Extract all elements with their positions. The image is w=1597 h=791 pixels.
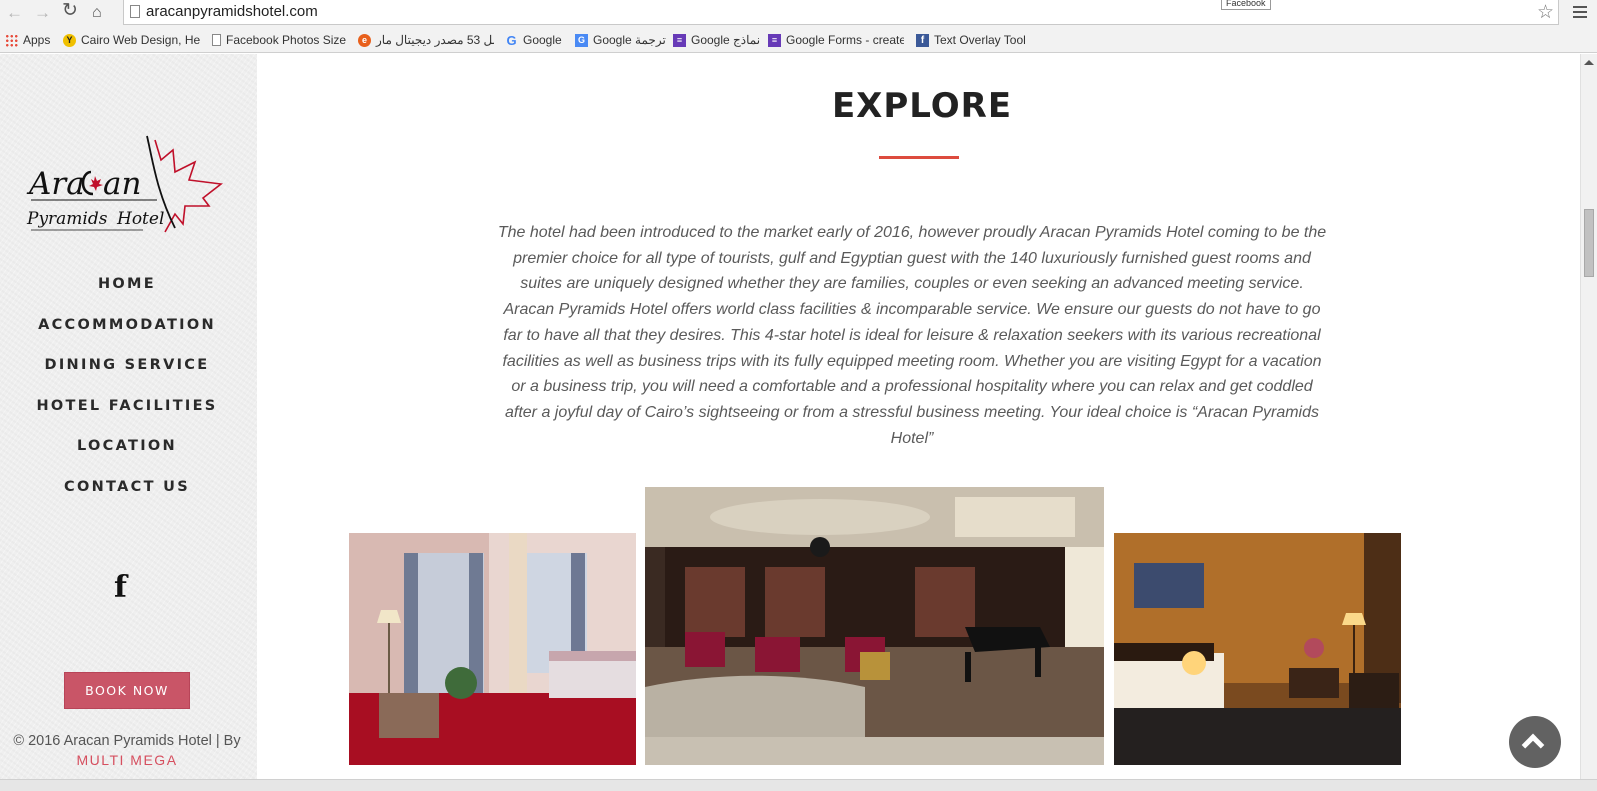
menu-icon[interactable] <box>1573 3 1587 21</box>
credit-link[interactable]: MULTI MEGA <box>0 750 254 770</box>
swirl-icon: e <box>358 33 371 47</box>
nav-dining-service[interactable]: DINING SERVICE <box>0 350 254 391</box>
bottom-strip <box>0 779 1597 791</box>
bookmark-digital-marketing[interactable]: e افضل 53 مصدر ديجيتال مار <box>358 32 494 48</box>
bookmark-label: Google نماذج <box>691 33 761 47</box>
intro-paragraph: The hotel had been introduced to the mar… <box>497 224 1327 447</box>
facebook-icon: f <box>916 33 929 47</box>
facebook-icon[interactable]: f <box>114 572 127 604</box>
browser-toolbar: ← → ↻ ⌂ aracanpyramidshotel.com ☆ Facebo… <box>0 0 1597 27</box>
reload-icon[interactable]: ↻ <box>62 0 78 22</box>
address-bar[interactable]: aracanpyramidshotel.com ☆ <box>123 0 1559 25</box>
bookmark-label: Google Forms - create <box>786 33 904 47</box>
nav-home[interactable]: HOME <box>0 269 254 310</box>
page-icon <box>212 34 221 46</box>
forward-arrow-icon[interactable]: → <box>34 2 51 24</box>
book-now-button[interactable]: BOOK NOW <box>64 672 190 709</box>
bookmark-facebook-photos-size[interactable]: Facebook Photos Size <box>212 32 349 48</box>
bookmark-cairo-web-design[interactable]: Y Cairo Web Design, He <box>63 32 203 48</box>
vertical-scrollbar[interactable] <box>1580 54 1597 779</box>
svg-text:Hotel: Hotel <box>116 209 164 229</box>
main-navigation: HOME ACCOMMODATION DINING SERVICE HOTEL … <box>0 269 254 512</box>
scroll-up-arrow-icon[interactable] <box>1584 60 1594 65</box>
lounge-photo[interactable] <box>645 487 1104 765</box>
page-icon <box>130 5 140 18</box>
room-photo-bedroom[interactable] <box>349 533 636 765</box>
bookmark-label: Cairo Web Design, He <box>81 33 201 47</box>
bookmark-label: Facebook Photos Size <box>226 33 347 47</box>
hotel-logo[interactable]: Ara an Pyramids Hotel <box>25 132 230 242</box>
bookmark-google-forms-ar[interactable]: ≡ Google نماذج <box>673 32 760 48</box>
yellow-circle-icon: Y <box>63 33 76 47</box>
google-g-icon: G <box>506 32 517 48</box>
bookmark-google-forms[interactable]: ≡ Google Forms - create <box>768 32 904 48</box>
scroll-to-top-button[interactable] <box>1509 716 1561 768</box>
bookmark-label: Google ترجمة <box>593 33 666 47</box>
home-icon[interactable]: ⌂ <box>92 2 102 24</box>
bookmark-google-translate[interactable]: G Google ترجمة <box>575 32 666 48</box>
apps-grid-icon <box>5 33 18 47</box>
google-translate-icon: G <box>575 33 588 47</box>
bookmark-label: Google <box>523 33 562 47</box>
url-text[interactable]: aracanpyramidshotel.com <box>146 3 318 20</box>
svg-text:Ara: Ara <box>26 166 85 202</box>
svg-text:Pyramids: Pyramids <box>26 209 108 229</box>
title-divider <box>879 156 959 159</box>
scrollbar-thumb[interactable] <box>1584 209 1594 277</box>
nav-location[interactable]: LOCATION <box>0 431 254 472</box>
google-forms-icon: ≡ <box>673 33 686 47</box>
sidebar: Ara an Pyramids Hotel HOME ACCOMMODATION… <box>0 54 257 791</box>
nav-hotel-facilities[interactable]: HOTEL FACILITIES <box>0 391 254 432</box>
section-title: EXPLORE <box>831 86 1013 126</box>
bookmark-google[interactable]: G Google <box>505 32 562 48</box>
nav-contact-us[interactable]: CONTACT US <box>0 472 254 513</box>
bookmark-star-icon[interactable]: ☆ <box>1537 1 1554 24</box>
back-arrow-icon[interactable]: ← <box>6 2 23 24</box>
svg-text:an: an <box>103 166 141 202</box>
bookmark-label: Text Overlay Tool <box>934 33 1026 47</box>
bookmark-apps[interactable]: Apps <box>5 32 50 48</box>
room-photo-suite[interactable] <box>1114 533 1401 765</box>
nav-accommodation[interactable]: ACCOMMODATION <box>0 310 254 351</box>
chevron-up-icon <box>1521 733 1545 757</box>
bookmark-label: افضل 53 مصدر ديجيتال مار <box>376 33 494 47</box>
tooltip: Facebook <box>1221 0 1271 10</box>
google-forms-icon: ≡ <box>768 33 781 47</box>
bookmarks-bar: Apps Y Cairo Web Design, He Facebook Pho… <box>0 27 1597 53</box>
bookmark-text-overlay-tool[interactable]: f Text Overlay Tool <box>916 32 1026 48</box>
bookmark-label: Apps <box>23 33 51 47</box>
copyright-text: © 2016 Aracan Pyramids Hotel | By <box>13 733 241 749</box>
